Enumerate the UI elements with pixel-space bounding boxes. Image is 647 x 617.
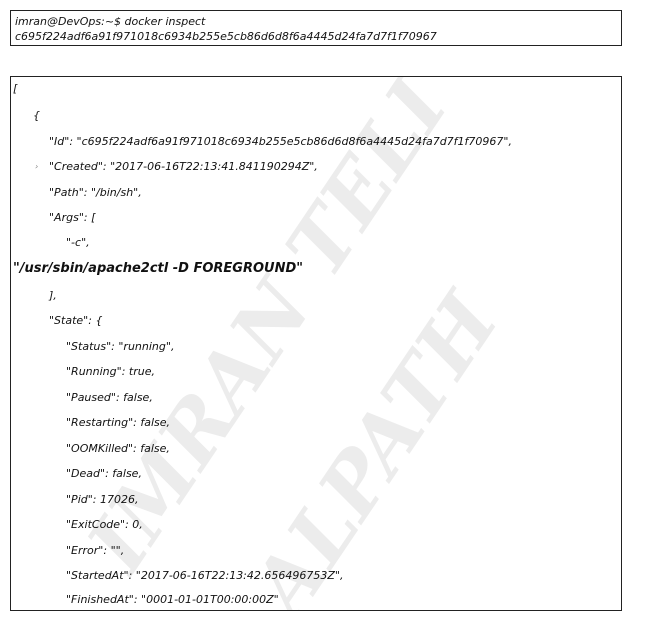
- dead-line: "Dead": false,: [66, 467, 142, 480]
- arg-command-line: "/usr/sbin/apache2ctl -D FOREGROUND": [13, 261, 304, 276]
- args-close-line: ],: [49, 289, 57, 302]
- finishedat-line: "FinishedAt": "0001-01-01T00:00:00Z": [66, 593, 279, 606]
- args-line: "Args": [: [49, 211, 96, 224]
- status-line: "Status": "running",: [66, 340, 175, 353]
- command-container-id-line: c695f224adf6a91f971018c6934b255e5cb86d6d…: [15, 30, 437, 43]
- id-line: "Id": "c695f224adf6a91f971018c6934b255e5…: [49, 135, 512, 148]
- state-line: "State": {: [49, 314, 103, 327]
- paused-line: "Paused": false,: [66, 391, 153, 404]
- oomkilled-line: "OOMKilled": false,: [66, 442, 170, 455]
- created-line: "Created": "2017-06-16T22:13:41.84119029…: [49, 160, 318, 173]
- startedat-line: "StartedAt": "2017-06-16T22:13:42.656496…: [66, 569, 344, 582]
- running-line: "Running": true,: [66, 365, 155, 378]
- pid-line: "Pid": 17026,: [66, 493, 139, 506]
- restarting-line: "Restarting": false,: [66, 416, 171, 429]
- open-brace: {: [33, 109, 40, 122]
- path-line: "Path": "/bin/sh",: [49, 186, 142, 199]
- open-bracket: [: [13, 82, 18, 95]
- inspect-output-box: IMRAN TELI ALPATH › [ { "Id": "c695f224a…: [10, 76, 622, 611]
- watermark-line-2: ALPATH: [230, 275, 518, 611]
- command-prompt-line: imran@DevOps:~$ docker inspect: [15, 15, 206, 28]
- error-line: "Error": "",: [66, 544, 125, 557]
- text-cursor-marker: ›: [35, 162, 39, 171]
- command-box: imran@DevOps:~$ docker inspect c695f224a…: [10, 10, 622, 46]
- exitcode-line: "ExitCode": 0,: [66, 518, 143, 531]
- arg-c-line: "-c",: [66, 236, 90, 249]
- watermark-line-1: IMRAN TELI: [68, 77, 467, 589]
